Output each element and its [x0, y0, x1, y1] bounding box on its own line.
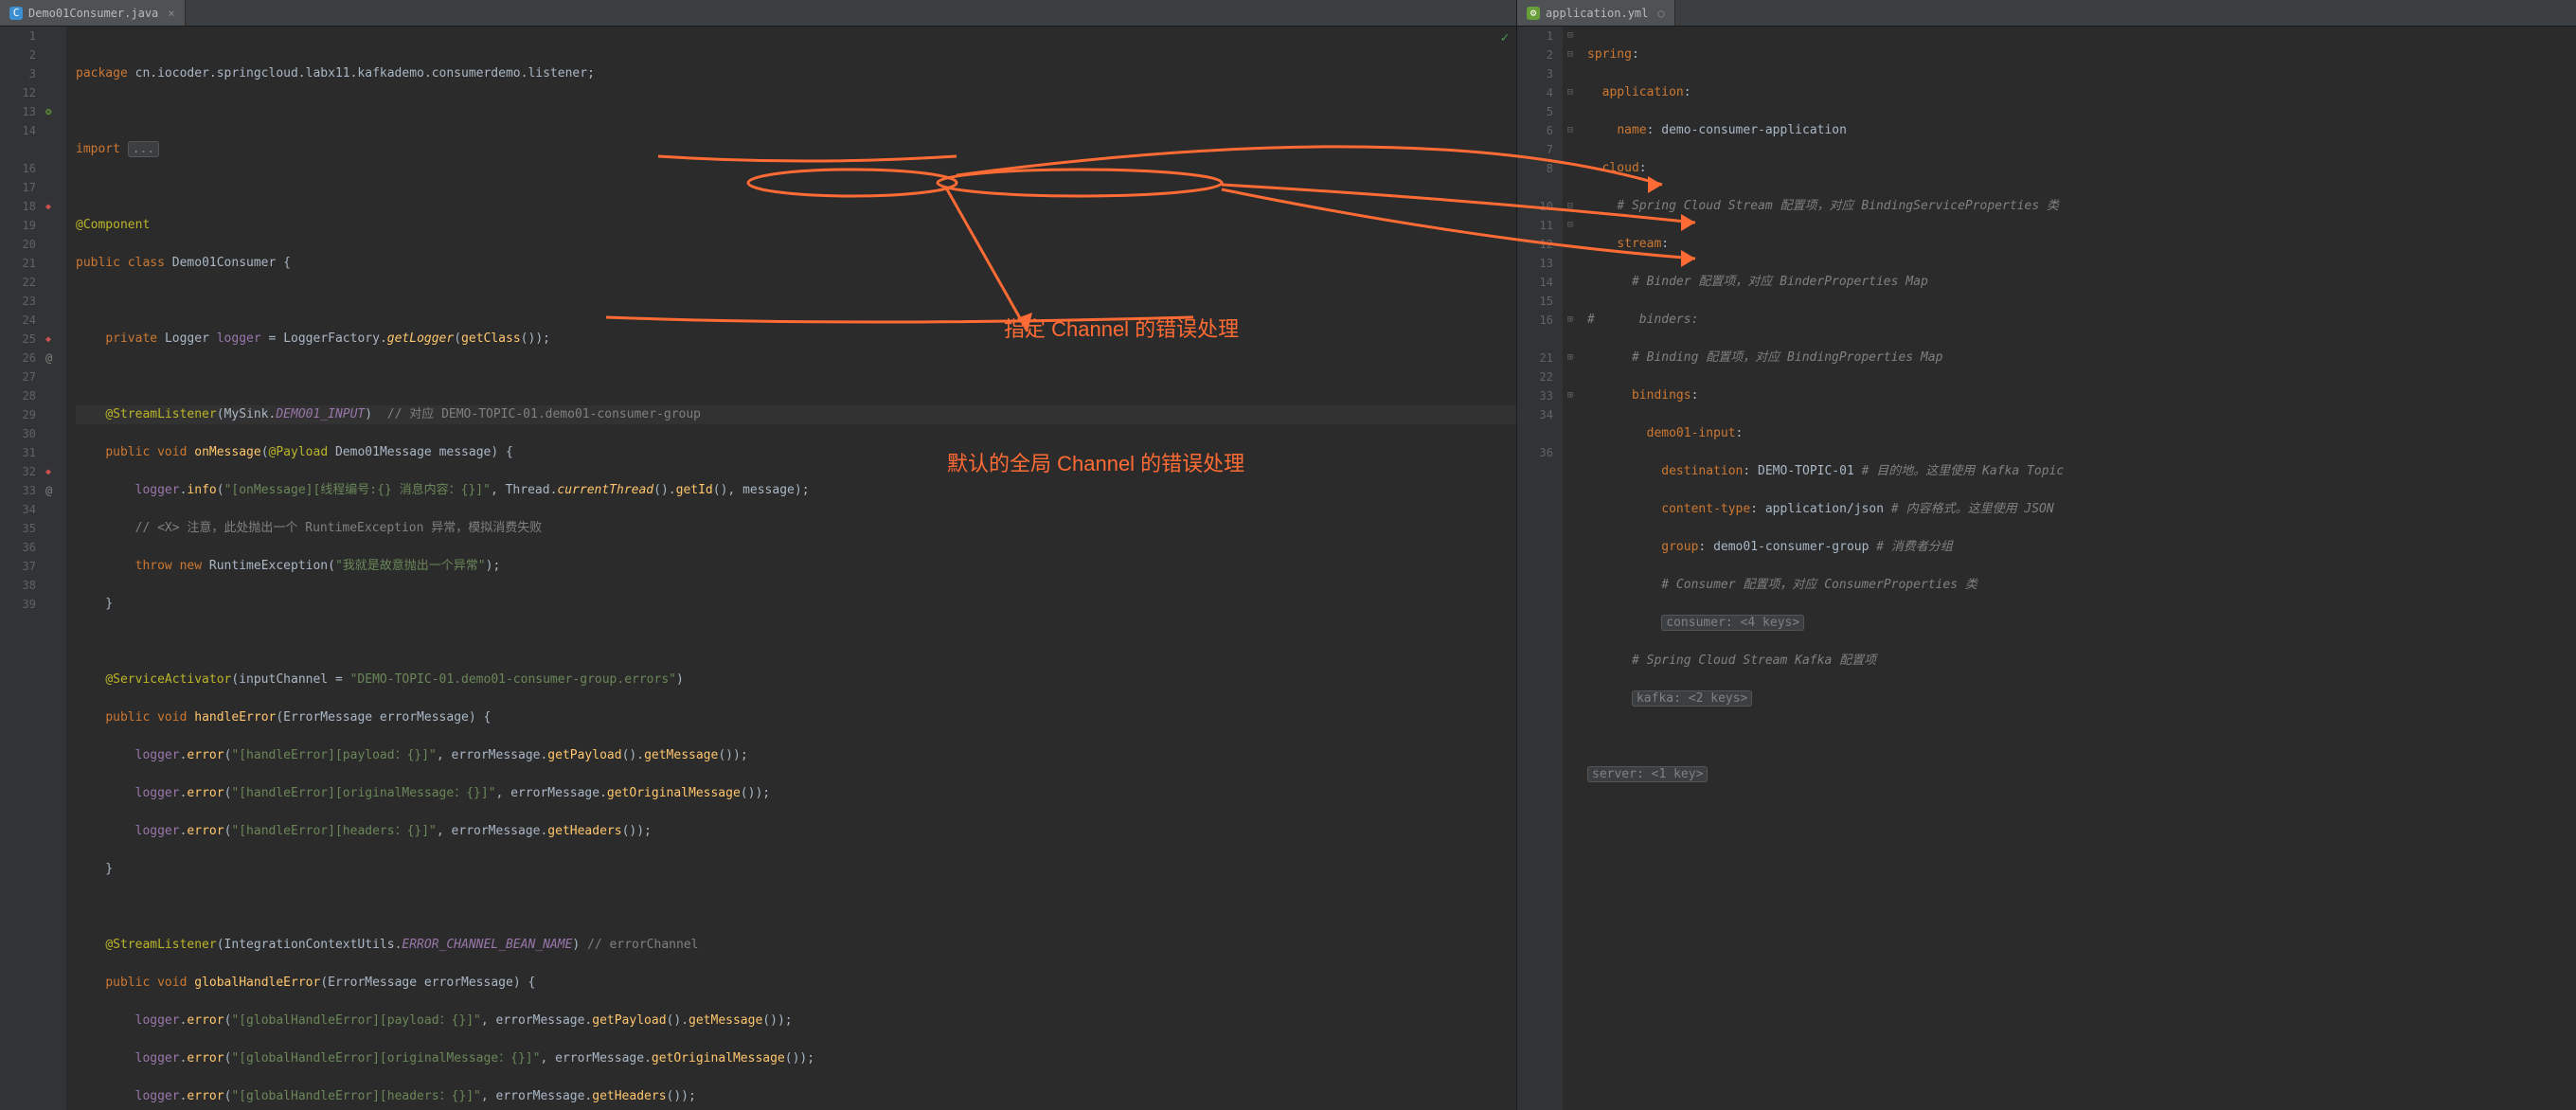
annotation-text-1: 指定 Channel 的错误处理 [1004, 313, 1239, 343]
java-file-icon: C [9, 7, 23, 20]
breakpoint-icon [45, 330, 66, 349]
left-gutter: 1 2 3 12 13 14 16 17 18 19 20 21 22 23 2… [0, 27, 45, 1110]
ide-container: C Demo01Consumer.java × 1 2 3 12 13 14 1… [0, 0, 2576, 1110]
right-tabs: ⚙ application.yml ○ [1517, 0, 2576, 27]
left-tabs: C Demo01Consumer.java × [0, 0, 1516, 27]
close-icon[interactable]: ○ [1657, 7, 1664, 20]
breakpoint-icon [45, 197, 66, 216]
check-icon: ✓ [1501, 28, 1509, 47]
tab-java-label: Demo01Consumer.java [28, 7, 158, 20]
annotation-icon [45, 349, 66, 367]
fold-indicator[interactable]: consumer: <4 keys> [1661, 615, 1804, 631]
fold-indicator[interactable]: ... [128, 141, 159, 157]
fold-indicator[interactable]: kafka: <2 keys> [1632, 690, 1752, 707]
right-editor-pane: ⚙ application.yml ○ 1 2 3 4 5 6 7 8 10 1… [1517, 0, 2576, 1110]
fold-indicator[interactable]: server: <1 key> [1587, 766, 1708, 782]
left-editor[interactable]: 1 2 3 12 13 14 16 17 18 19 20 21 22 23 2… [0, 27, 1516, 1110]
yaml-file-icon: ⚙ [1527, 7, 1540, 20]
close-icon[interactable]: × [168, 7, 174, 20]
right-fold-column: ⊟⊟⊟ ⊟⊟ ⊟ ⊞⊞⊞ [1563, 27, 1578, 1110]
right-editor[interactable]: 1 2 3 4 5 6 7 8 10 11 12 13 14 15 16 21 … [1517, 27, 2576, 1110]
tab-java[interactable]: C Demo01Consumer.java × [0, 0, 186, 26]
yaml-code[interactable]: spring: application: name: demo-consumer… [1578, 27, 2576, 1110]
tab-yaml[interactable]: ⚙ application.yml ○ [1517, 0, 1675, 26]
left-gutter-marks [45, 27, 66, 1110]
annotation-text-2: 默认的全局 Channel 的错误处理 [947, 447, 1244, 477]
breakpoint-icon [45, 462, 66, 481]
left-editor-pane: C Demo01Consumer.java × 1 2 3 12 13 14 1… [0, 0, 1517, 1110]
right-gutter: 1 2 3 4 5 6 7 8 10 11 12 13 14 15 16 21 … [1517, 27, 1563, 1110]
spring-bean-icon [45, 102, 66, 121]
tab-yaml-label: application.yml [1546, 7, 1648, 20]
annotation-icon [45, 481, 66, 500]
java-code[interactable]: ✓ package cn.iocoder.springcloud.labx11.… [66, 27, 1516, 1110]
